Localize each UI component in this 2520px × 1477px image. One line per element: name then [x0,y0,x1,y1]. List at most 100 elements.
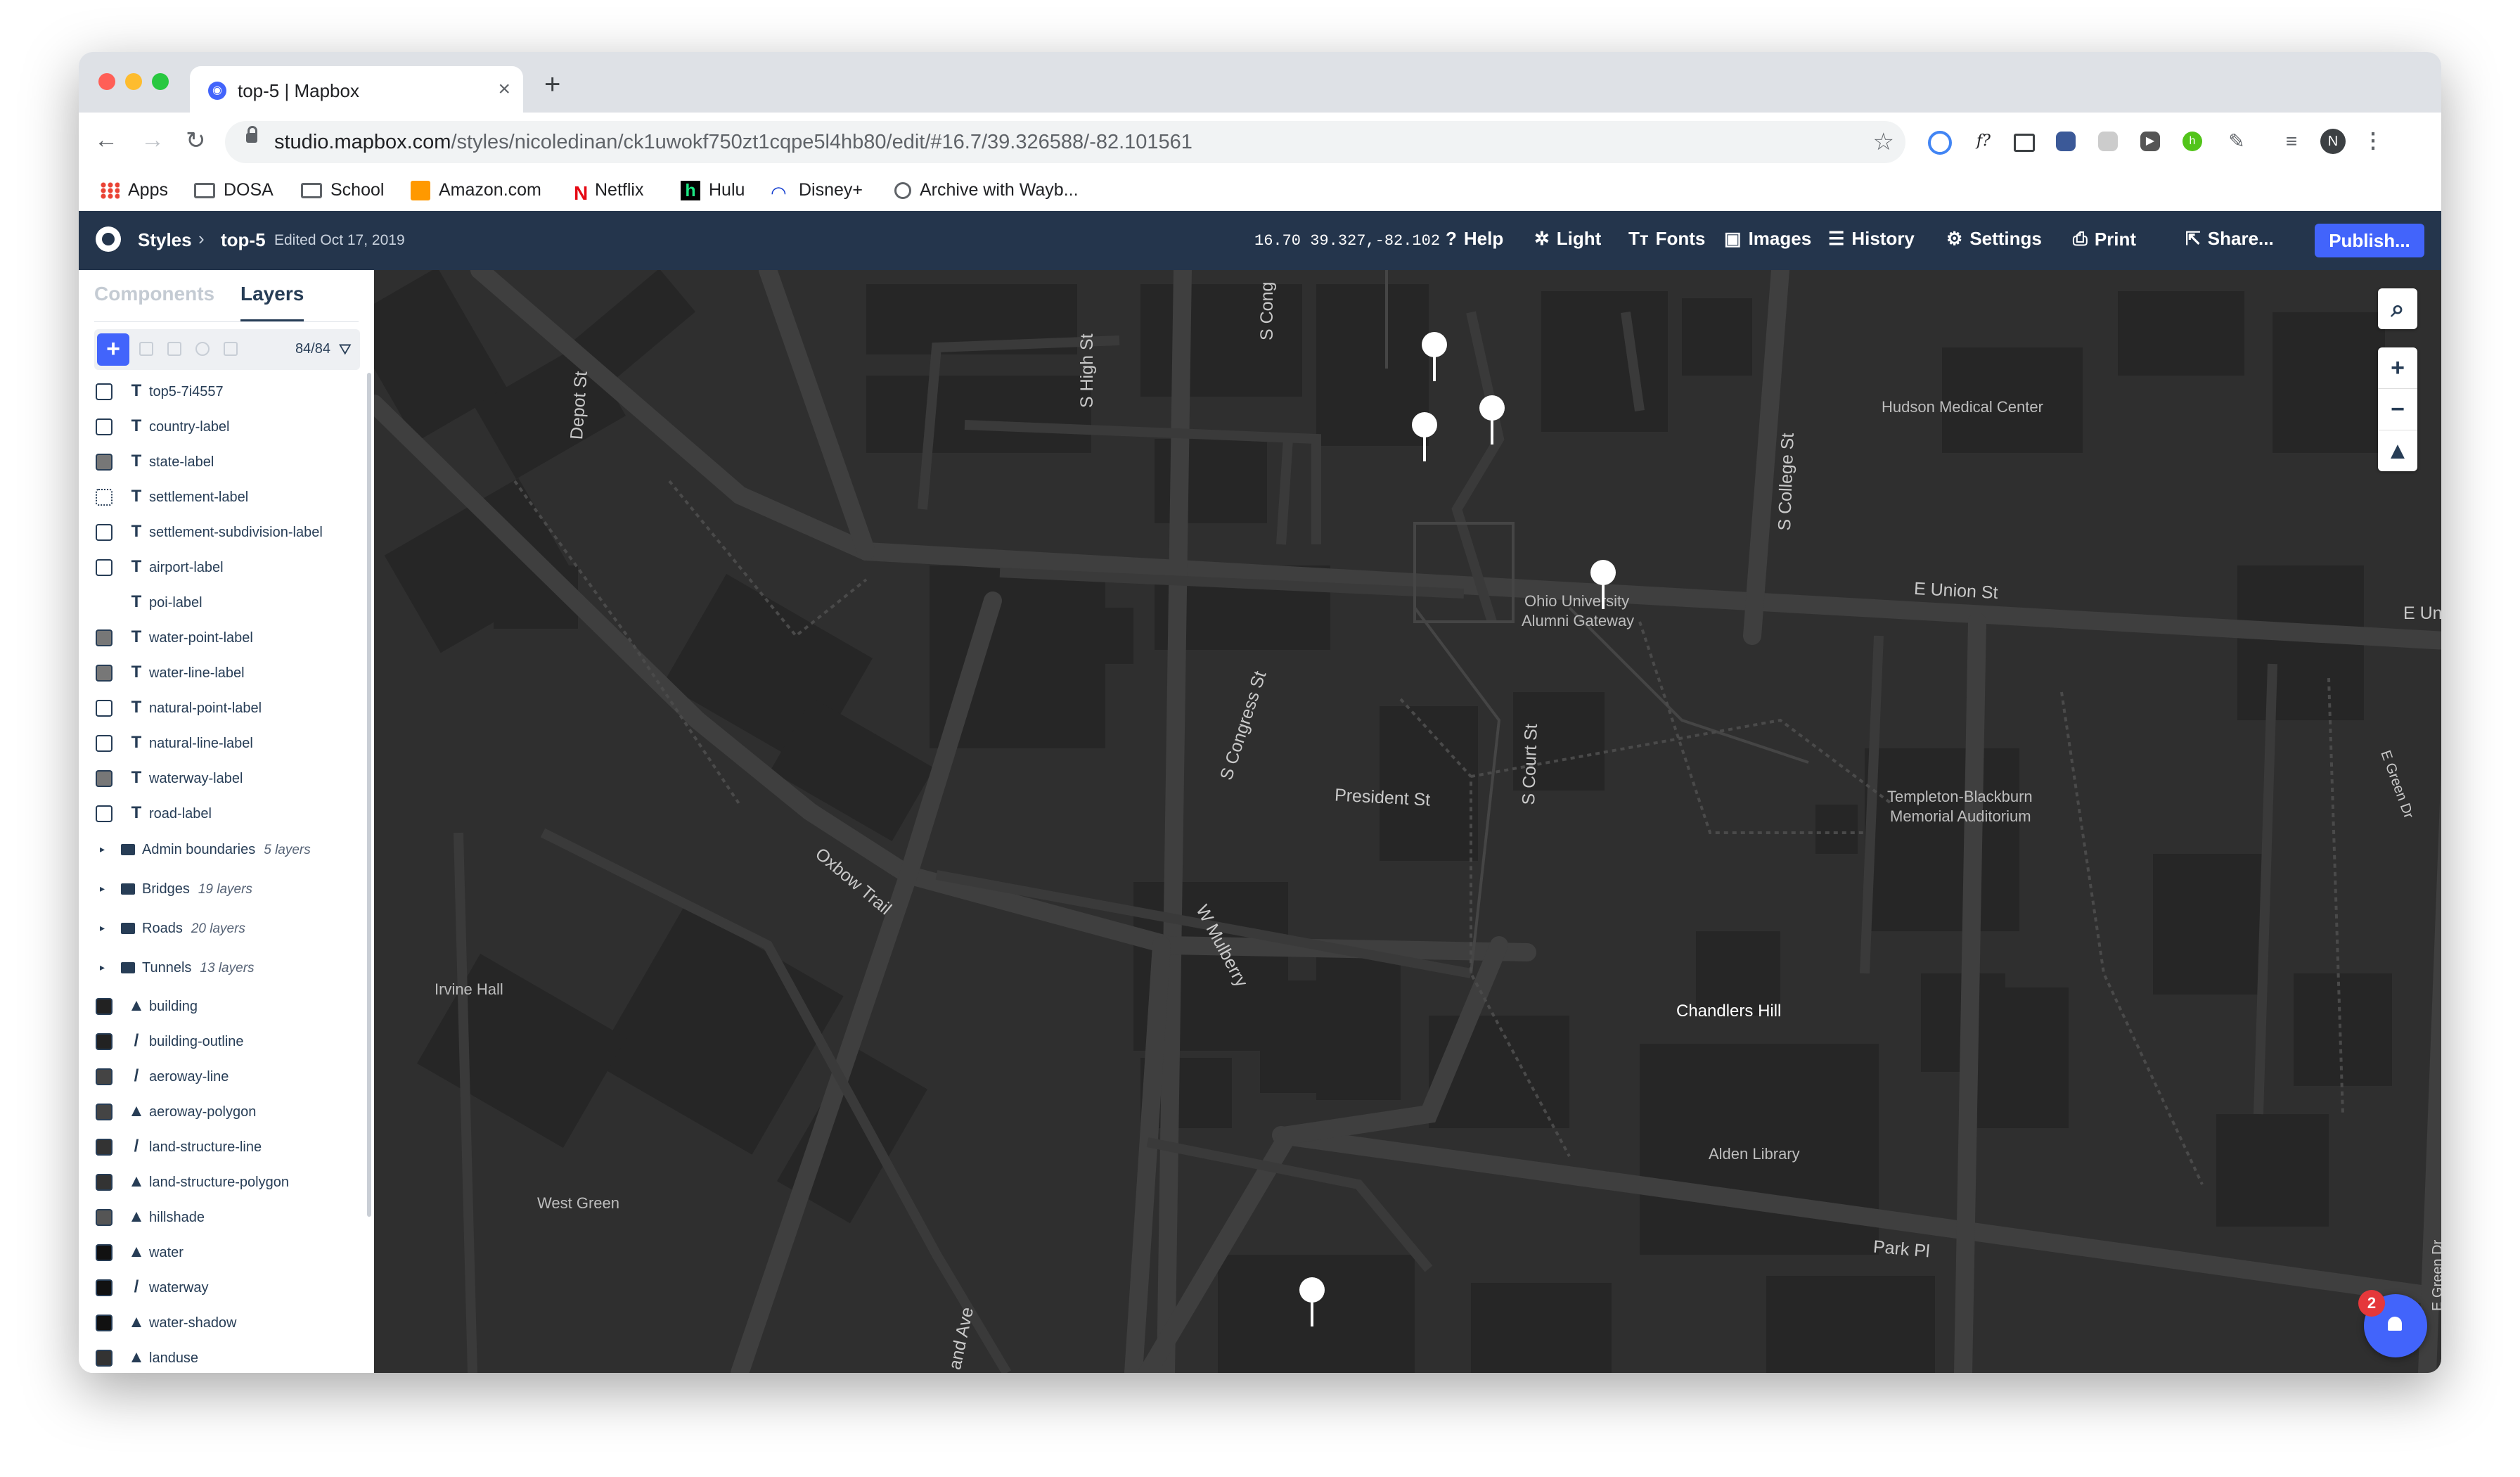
minimize-window-button[interactable] [125,73,142,90]
layer-row[interactable]: Tstate-label [79,445,368,480]
grid-extension-icon[interactable] [2056,132,2076,151]
new-tab-button[interactable]: + [544,69,560,101]
profile-avatar[interactable]: N [2320,129,2346,154]
help-button[interactable]: ? Help [1446,228,1503,250]
hide-layer-icon[interactable] [195,342,210,356]
layer-group[interactable]: ▸ Tunnels 13 layers [79,950,368,989]
browser-tab[interactable]: ◉ top-5 | Mapbox × [190,66,523,113]
picture-extension-icon[interactable] [2014,134,2035,152]
function-extension-icon[interactable]: f? [1972,129,1995,153]
bookmark-hulu[interactable]: h Hulu [681,180,745,200]
expand-arrow-icon[interactable]: ▸ [100,883,105,895]
chrome-extension-icon[interactable] [1928,131,1952,155]
poi-label[interactable]: West Green [537,1194,619,1213]
layer-row[interactable]: Tpoi-label [79,585,368,620]
layer-row[interactable]: Twater-point-label [79,620,368,656]
group-layer-icon[interactable] [167,342,181,356]
bookmark-dosa[interactable]: DOSA [194,180,274,200]
reload-icon[interactable]: ↻ [186,127,206,155]
layer-swatch [96,700,112,717]
layer-row[interactable]: Tsettlement-subdivision-label [79,515,368,550]
bookmark-archive[interactable]: Archive with Wayb... [894,180,1079,200]
symbol-type-icon: T [131,592,142,611]
bookmark-disney[interactable]: ◠ Disney+ [771,180,863,203]
tab-layers[interactable]: Layers [240,283,304,305]
duplicate-layer-icon[interactable] [139,342,153,356]
layer-group[interactable]: ▸ Bridges 19 layers [79,871,368,910]
bookmark-school[interactable]: School [301,180,384,200]
layer-row[interactable]: / aeroway-line [79,1059,368,1094]
print-button[interactable]: ⎙ Print [2073,228,2136,250]
mapbox-logo-icon[interactable] [96,226,121,252]
history-button[interactable]: ☰ History [1828,228,1915,250]
close-window-button[interactable] [98,73,115,90]
layer-row[interactable]: ▲ hillshade [79,1200,368,1235]
settings-button[interactable]: ⚙ Settings [1946,228,2042,250]
poi-label[interactable]: Memorial Auditorium [1890,807,2031,826]
sidebar-scrollbar[interactable] [367,373,371,1217]
layer-row[interactable]: Tnatural-point-label [79,691,368,726]
notifications-button[interactable]: 2 [2358,1290,2427,1357]
back-arrow-icon[interactable]: ← [94,127,118,154]
poi-label[interactable]: Alumni Gateway [1522,612,1634,630]
play-extension-icon[interactable]: ▶ [2140,132,2160,151]
layer-row[interactable]: ▲ water [79,1235,368,1270]
compass-icon[interactable]: ▲ [2378,430,2417,471]
landmark-label[interactable]: Chandlers Hill [1676,1002,1781,1021]
poi-label[interactable]: Templeton-Blackburn [1887,788,2033,806]
search-icon[interactable]: ⌕ [2378,288,2417,329]
poi-label[interactable]: Irvine Hall [435,980,503,999]
poi-label[interactable]: Alden Library [1709,1145,1800,1163]
expand-arrow-icon[interactable]: ▸ [100,843,105,855]
zoom-in-button[interactable]: + [2378,347,2417,388]
bookmark-star-icon[interactable]: ☆ [1873,128,1894,156]
zoom-out-button[interactable]: − [2378,388,2417,430]
green-extension-icon[interactable]: h [2182,132,2202,151]
bookmark-netflix[interactable]: N Netflix [574,180,643,204]
layer-row[interactable]: Troad-label [79,796,368,831]
expand-arrow-icon[interactable]: ▸ [100,961,105,973]
eyedropper-extension-icon[interactable]: ✎ [2225,129,2249,153]
add-layer-button[interactable]: + [97,333,129,366]
address-bar[interactable]: studio.mapbox.com/styles/nicoledinan/ck1… [225,121,1905,163]
layer-row[interactable]: Tcountry-label [79,409,368,445]
layer-row[interactable]: ▲ building [79,989,368,1024]
layer-group[interactable]: ▸ Roads 20 layers [79,910,368,950]
layer-row[interactable]: Tsettlement-label [79,480,368,515]
forward-arrow-icon[interactable]: → [141,127,165,154]
styles-link[interactable]: Styles [138,229,192,251]
publish-button[interactable]: Publish... [2315,224,2424,257]
layer-row[interactable]: ▲ landuse [79,1341,368,1373]
layer-row[interactable]: Ttop5-7i4557 [79,374,368,409]
poi-label[interactable]: Ohio University [1524,592,1629,610]
delete-layer-icon[interactable] [224,342,238,356]
layer-row[interactable]: Twater-line-label [79,656,368,691]
more-menu-icon[interactable]: ⋮ [2361,129,2385,153]
layer-row[interactable]: Twaterway-label [79,761,368,796]
expand-arrow-icon[interactable]: ▸ [100,922,105,934]
poi-label[interactable]: Hudson Medical Center [1882,398,2043,416]
images-button[interactable]: ▣ Images [1724,228,1811,250]
fonts-button[interactable]: Tт Fonts [1628,228,1705,250]
filter-icon[interactable]: ⛛ [339,340,352,359]
maximize-window-button[interactable] [152,73,169,90]
share-button[interactable]: ⇱ Share... [2185,228,2274,250]
tab-components[interactable]: Components [94,283,214,305]
layer-row[interactable]: / waterway [79,1270,368,1305]
layer-row[interactable]: / building-outline [79,1024,368,1059]
layer-group[interactable]: ▸ Admin boundaries 5 layers [79,831,368,871]
gray-extension-icon[interactable] [2098,132,2118,151]
close-tab-icon[interactable]: × [498,77,510,101]
layer-row[interactable]: Tairport-label [79,550,368,585]
layer-row[interactable]: / land-structure-line [79,1130,368,1165]
layer-row[interactable]: Tnatural-line-label [79,726,368,761]
bookmark-apps[interactable]: Apps [100,180,168,200]
layer-row[interactable]: ▲ aeroway-polygon [79,1094,368,1130]
playlist-icon[interactable]: ≡ [2280,129,2303,153]
map-canvas[interactable]: Hudson Medical Center Ohio University Al… [374,270,2441,1373]
bookmark-amazon[interactable]: Amazon.com [411,180,541,200]
layer-row[interactable]: ▲ water-shadow [79,1305,368,1341]
light-button[interactable]: ✲ Light [1534,228,1601,250]
style-name[interactable]: top-5 [221,229,266,251]
layer-row[interactable]: ▲ land-structure-polygon [79,1165,368,1200]
